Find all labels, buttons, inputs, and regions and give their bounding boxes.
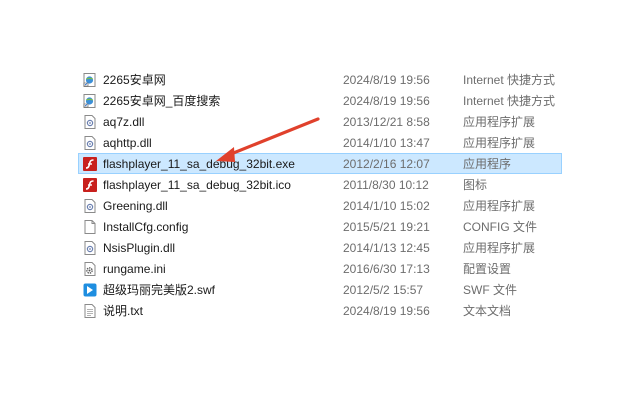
- file-date-modified: 2015/5/21 19:21: [343, 220, 430, 234]
- file-name: 2265安卓网: [103, 73, 166, 87]
- file-type: Internet 快捷方式: [463, 94, 556, 108]
- file-name: 超级玛丽完美版2.swf: [103, 283, 216, 297]
- file-name: InstallCfg.config: [103, 220, 189, 234]
- file-date-modified: 2014/1/10 13:47: [343, 136, 430, 150]
- text-file-icon: [83, 304, 97, 318]
- file-name: flashplayer_11_sa_debug_32bit.exe: [103, 157, 295, 171]
- file-name: aq7z.dll: [103, 115, 145, 129]
- file-row[interactable]: InstallCfg.config 2015/5/21 19:21 CONFIG…: [78, 216, 562, 237]
- file-date-modified: 2014/1/10 15:02: [343, 199, 430, 213]
- file-date-modified: 2024/8/19 19:56: [343, 94, 430, 108]
- file-row[interactable]: 2265安卓网 2024/8/19 19:56 Internet 快捷方式: [78, 69, 562, 90]
- file-type: CONFIG 文件: [463, 220, 537, 234]
- dll-file-icon: [83, 115, 97, 129]
- file-type: 应用程序: [463, 157, 512, 171]
- file-name: 2265安卓网_百度搜索: [103, 94, 221, 108]
- file-type: 应用程序扩展: [463, 115, 536, 129]
- file-type: Internet 快捷方式: [463, 73, 556, 87]
- file-date-modified: 2024/8/19 19:56: [343, 304, 430, 318]
- file-row[interactable]: 说明.txt 2024/8/19 19:56 文本文档: [78, 300, 562, 321]
- file-row[interactable]: NsisPlugin.dll 2014/1/13 12:45 应用程序扩展: [78, 237, 562, 258]
- file-row[interactable]: flashplayer_11_sa_debug_32bit.ico 2011/8…: [78, 174, 562, 195]
- file-type: 应用程序扩展: [463, 241, 536, 255]
- internet-shortcut-icon: [83, 94, 97, 108]
- file-date-modified: 2024/8/19 19:56: [343, 73, 430, 87]
- flash-player-icon: [83, 157, 97, 171]
- dll-file-icon: [83, 199, 97, 213]
- file-name: aqhttp.dll: [103, 136, 152, 150]
- file-date-modified: 2012/5/2 15:57: [343, 283, 424, 297]
- blank-file-icon: [83, 220, 97, 234]
- file-row[interactable]: 2265安卓网_百度搜索 2024/8/19 19:56 Internet 快捷…: [78, 90, 562, 111]
- file-row[interactable]: Greening.dll 2014/1/10 15:02 应用程序扩展: [78, 195, 562, 216]
- dll-file-icon: [83, 241, 97, 255]
- flash-player-icon: [83, 178, 97, 192]
- file-type: 应用程序扩展: [463, 136, 536, 150]
- file-date-modified: 2012/2/16 12:07: [343, 157, 430, 171]
- file-type: 配置设置: [463, 262, 512, 276]
- file-type: 文本文档: [463, 304, 512, 318]
- file-date-modified: 2014/1/13 12:45: [343, 241, 430, 255]
- file-name: NsisPlugin.dll: [103, 241, 176, 255]
- file-name: 说明.txt: [103, 304, 144, 318]
- settings-file-icon: [83, 262, 97, 276]
- file-date-modified: 2013/12/21 8:58: [343, 115, 430, 129]
- file-date-modified: 2011/8/30 10:12: [343, 178, 429, 192]
- file-name: flashplayer_11_sa_debug_32bit.ico: [103, 178, 291, 192]
- internet-shortcut-icon: [83, 73, 97, 87]
- file-row-selected[interactable]: flashplayer_11_sa_debug_32bit.exe 2012/2…: [78, 153, 562, 174]
- file-row[interactable]: aqhttp.dll 2014/1/10 13:47 应用程序扩展: [78, 132, 562, 153]
- file-row[interactable]: 超级玛丽完美版2.swf 2012/5/2 15:57 SWF 文件: [78, 279, 562, 300]
- dll-file-icon: [83, 136, 97, 150]
- file-name: rungame.ini: [103, 262, 166, 276]
- file-list: 2265安卓网 2024/8/19 19:56 Internet 快捷方式 22…: [78, 69, 562, 321]
- file-name: Greening.dll: [103, 199, 168, 213]
- swf-file-icon: [83, 283, 97, 297]
- file-row[interactable]: aq7z.dll 2013/12/21 8:58 应用程序扩展: [78, 111, 562, 132]
- file-type: 图标: [463, 178, 488, 192]
- file-type: SWF 文件: [463, 283, 517, 297]
- file-date-modified: 2016/6/30 17:13: [343, 262, 430, 276]
- file-row[interactable]: rungame.ini 2016/6/30 17:13 配置设置: [78, 258, 562, 279]
- file-type: 应用程序扩展: [463, 199, 536, 213]
